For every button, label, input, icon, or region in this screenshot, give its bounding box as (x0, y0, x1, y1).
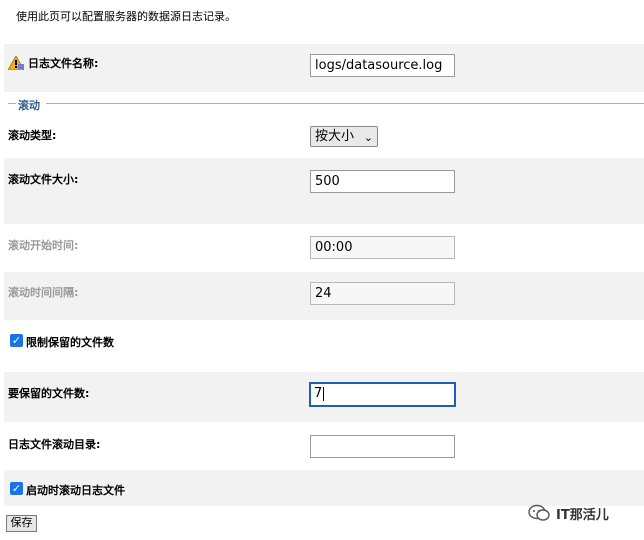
rotation-type-label: 滚动类型: (8, 129, 57, 142)
check-icon: ✓ (11, 334, 22, 347)
text-caret (323, 386, 325, 401)
limit-retained-row: ✓ 限制保留的文件数 (4, 322, 644, 368)
rotation-file-size-input[interactable]: 500 (310, 170, 455, 193)
rotation-start-time-label: 滚动开始时间: (8, 239, 79, 252)
limit-retained-checkbox[interactable]: ✓ (10, 334, 23, 347)
rotation-type-value: 按大小 (315, 129, 355, 144)
files-to-retain-input[interactable]: 7 (309, 382, 456, 407)
rotation-dir-label: 日志文件滚动目录: (8, 438, 101, 451)
watermark-text: IT那活儿 (556, 508, 609, 523)
log-file-name-label: 日志文件名称: (28, 57, 99, 70)
fieldset-border-left (8, 103, 16, 104)
page-intro: 使用此页可以配置服务器的数据源日志记录。 (16, 10, 236, 23)
limit-retained-label: 限制保留的文件数 (26, 336, 114, 349)
rotation-dir-input[interactable] (310, 435, 455, 458)
files-to-retain-value: 7 (314, 386, 323, 401)
rotate-on-startup-row: ✓ 启动时滚动日志文件 (4, 470, 644, 506)
files-to-retain-label: 要保留的文件数: (8, 387, 90, 400)
rotation-interval-input[interactable]: 24 (310, 282, 455, 305)
fieldset-border-right (46, 103, 644, 104)
rotation-dir-row: 日志文件滚动目录: (4, 424, 644, 468)
rotation-type-row: 滚动类型: 按大小 ⌄ (4, 116, 644, 156)
rotation-interval-label: 滚动时间间隔: (8, 286, 79, 299)
check-icon: ✓ (11, 482, 22, 495)
rotation-start-time-row: 滚动开始时间: 00:00 (4, 226, 644, 270)
rotation-type-select[interactable]: 按大小 ⌄ (310, 126, 378, 147)
save-button[interactable]: 保存 (6, 515, 37, 532)
log-file-name-row: 日志文件名称: logs/datasource.log (4, 44, 644, 92)
rotate-on-startup-checkbox[interactable]: ✓ (10, 482, 23, 495)
rotation-file-size-row: 滚动文件大小: 500 (4, 158, 644, 224)
warning-lock-icon (8, 56, 24, 70)
rotation-file-size-label: 滚动文件大小: (8, 173, 79, 186)
rotation-start-time-input[interactable]: 00:00 (310, 236, 455, 259)
files-to-retain-row: 要保留的文件数: 7 (4, 372, 644, 422)
rotate-on-startup-label: 启动时滚动日志文件 (26, 484, 125, 497)
log-file-name-input[interactable]: logs/datasource.log (310, 54, 455, 77)
chevron-down-icon: ⌄ (363, 131, 373, 144)
rotation-interval-row: 滚动时间间隔: 24 (4, 272, 644, 320)
rotation-legend: 滚动 (16, 97, 42, 113)
wechat-icon (528, 504, 550, 521)
